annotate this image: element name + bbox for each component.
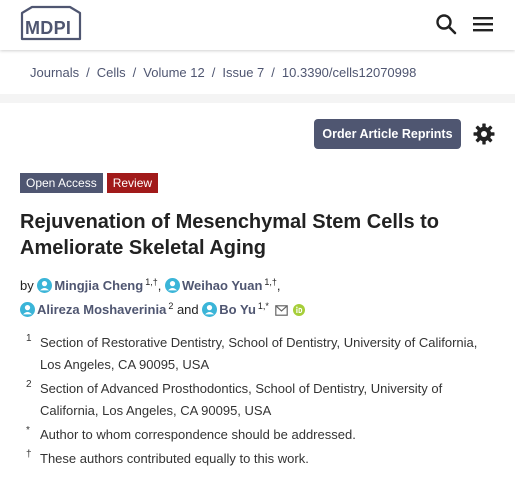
breadcrumb-journals[interactable]: Journals [30,65,79,80]
breadcrumb-issue[interactable]: Issue 7 [222,65,264,80]
affiliation-text: Section of Restorative Dentistry, School… [40,335,478,372]
author-separator: and [173,302,199,317]
by-label: by [20,278,34,293]
affiliation-mark: * [26,425,30,436]
logo-text: MDPI [25,18,72,38]
breadcrumb: Journals / Cells / Volume 12 / Issue 7 / 10.3390… [30,65,416,80]
user-avatar-icon [202,302,218,317]
author-item: Weihao Yuan 1,†, [164,277,281,293]
affiliation-text: Section of Advanced Prosthodontics, Scho… [40,381,443,418]
affiliation-item: * Author to whom correspondence should b… [26,424,496,446]
search-icon[interactable] [434,12,458,36]
affiliation-item: 2 Section of Advanced Prosthodontics, Sc… [26,378,496,422]
affiliation-mark: 2 [26,379,32,390]
menu-icon[interactable] [471,12,495,36]
affiliation-list: 1 Section of Restorative Dentistry, Scho… [26,332,496,472]
author-name[interactable]: Bo Yu [219,302,256,317]
author-superscript: 1,* [257,301,269,311]
author-superscript: 1,† [145,277,158,287]
breadcrumb-volume[interactable]: Volume 12 [143,65,204,80]
email-icon[interactable] [274,305,288,316]
affiliation-text: These authors contributed equally to thi… [40,451,309,466]
author-list: by Mingjia Cheng 1,†, Weihao Yuan 1,†, Ali… [20,270,505,318]
gear-icon[interactable] [472,122,496,146]
author-name[interactable]: Weihao Yuan [182,278,262,293]
breadcrumb-separator: / [132,65,137,80]
article-title: Rejuvenation of Mesenchymal Stem Cells t… [20,211,439,259]
affiliation-item: 1 Section of Restorative Dentistry, Scho… [26,332,496,376]
author-item: Bo Yu 1,* [202,301,306,317]
breadcrumb-doi[interactable]: 10.3390/cells12070998 [282,65,416,80]
user-avatar-icon [164,278,180,293]
affiliation-item: † These authors contributed equally to t… [26,448,496,470]
breadcrumb-separator: / [211,65,216,80]
author-item: Alireza Moshaverinia 2 and [20,301,202,317]
breadcrumb-cells[interactable]: Cells [97,65,126,80]
order-reprints-button[interactable]: Order Article Reprints [314,119,461,149]
breadcrumb-separator: / [271,65,275,80]
breadcrumb-separator: / [86,65,90,80]
site-header: MDPI [0,0,515,50]
mdpi-logo[interactable]: MDPI [18,5,84,45]
section-divider [0,94,515,103]
author-name[interactable]: Mingjia Cheng [54,278,143,293]
breadcrumb-bar: Journals / Cells / Volume 12 / Issue 7 / 10.3390… [0,50,515,94]
author-item: Mingjia Cheng 1,†, [37,277,165,293]
orcid-icon[interactable] [293,304,306,316]
author-separator: , [157,278,162,293]
article-type-badge: Review [106,173,159,193]
user-avatar-icon [20,302,35,317]
user-avatar-icon [37,278,53,293]
affiliation-mark: † [26,449,32,460]
author-separator: , [276,278,281,293]
affiliation-text: Author to whom correspondence should be … [40,427,356,442]
article-badges: Open Access Review [20,173,159,193]
author-name[interactable]: Alireza Moshaverinia [37,302,166,317]
author-superscript: 1,† [264,277,277,287]
open-access-badge: Open Access [20,173,103,193]
affiliation-mark: 1 [26,333,32,344]
